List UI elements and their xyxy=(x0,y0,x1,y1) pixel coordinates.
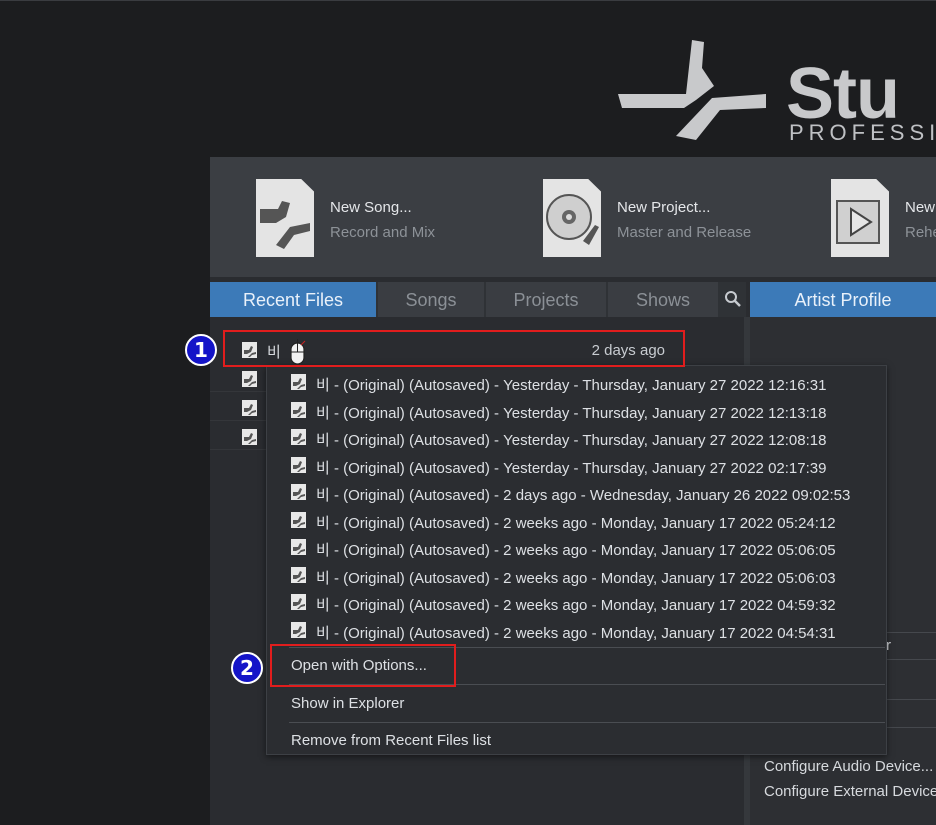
configure-external-device-link[interactable]: Configure External Device xyxy=(764,783,936,800)
window-top-edge xyxy=(0,0,936,1)
new-show-action[interactable]: New Rehe xyxy=(831,179,936,257)
new-show-title: New xyxy=(905,199,936,216)
version-label: 비 - (Original) (Autosaved) - 2 days ago … xyxy=(316,487,851,504)
new-song-subtitle: Record and Mix xyxy=(330,224,436,241)
new-song-action[interactable]: New Song... Record and Mix xyxy=(256,179,506,257)
song-file-icon xyxy=(291,374,306,390)
version-label: 비 - (Original) (Autosaved) - Yesterday -… xyxy=(316,460,827,477)
version-menu-item[interactable]: 비 - (Original) (Autosaved) - 2 weeks ago… xyxy=(291,507,881,534)
logo-mark-icon xyxy=(618,40,766,140)
song-file-icon xyxy=(242,371,257,387)
song-file-icon xyxy=(291,567,306,583)
tab-artist-profile[interactable]: Artist Profile xyxy=(750,282,936,317)
version-menu-item[interactable]: 비 - (Original) (Autosaved) - 2 weeks ago… xyxy=(291,562,881,589)
step-2-badge: 2 xyxy=(231,652,263,684)
search-icon[interactable] xyxy=(719,282,746,317)
highlight-open-with-options xyxy=(270,644,456,687)
new-project-title: New Project... xyxy=(617,199,711,216)
version-label: 비 - (Original) (Autosaved) - 2 weeks ago… xyxy=(316,570,836,587)
remove-from-recent-item[interactable]: Remove from Recent Files list xyxy=(291,732,491,749)
recent-file-context-menu: 비 - (Original) (Autosaved) - Yesterday -… xyxy=(266,365,887,755)
song-file-icon xyxy=(291,512,306,528)
new-project-action[interactable]: New Project... Master and Release xyxy=(543,179,793,257)
show-in-explorer-item[interactable]: Show in Explorer xyxy=(291,695,404,712)
show-play-icon xyxy=(831,179,889,257)
version-menu-item[interactable]: 비 - (Original) (Autosaved) - 2 weeks ago… xyxy=(291,617,881,644)
version-menu-item[interactable]: 비 - (Original) (Autosaved) - 2 days ago … xyxy=(291,479,881,506)
quick-actions-bar: New Song... Record and Mix New Project..… xyxy=(210,157,936,277)
menu-separator xyxy=(289,722,885,723)
version-menu-item[interactable]: 비 - (Original) (Autosaved) - Yesterday -… xyxy=(291,424,881,451)
song-file-icon xyxy=(291,594,306,610)
version-label: 비 - (Original) (Autosaved) - Yesterday -… xyxy=(316,377,827,394)
new-show-subtitle: Rehe xyxy=(905,224,936,241)
tab-recent-files[interactable]: Recent Files xyxy=(210,282,376,317)
step-1-badge: 1 xyxy=(185,334,217,366)
project-disc-icon xyxy=(543,179,601,257)
version-menu-item[interactable]: 비 - (Original) (Autosaved) - Yesterday -… xyxy=(291,369,881,396)
song-file-icon xyxy=(291,539,306,555)
song-file-icon xyxy=(291,622,306,638)
tab-shows[interactable]: Shows xyxy=(608,282,718,317)
song-file-icon xyxy=(242,400,257,416)
song-file-icon xyxy=(291,402,306,418)
studio-one-logo: Stu PROFESSIO xyxy=(616,38,936,148)
tab-songs[interactable]: Songs xyxy=(378,282,484,317)
configure-audio-device-link[interactable]: Configure Audio Device... xyxy=(764,758,933,775)
new-song-title: New Song... xyxy=(330,199,412,216)
song-icon xyxy=(256,179,314,257)
file-browser-tabs: Recent Files Songs Projects Shows xyxy=(210,282,746,317)
highlight-recent-file xyxy=(223,330,685,367)
version-label: 비 - (Original) (Autosaved) - 2 weeks ago… xyxy=(316,515,836,532)
song-file-icon xyxy=(291,484,306,500)
version-menu-item[interactable]: 비 - (Original) (Autosaved) - 2 weeks ago… xyxy=(291,534,881,561)
version-label: 비 - (Original) (Autosaved) - 2 weeks ago… xyxy=(316,625,836,642)
version-menu-item[interactable]: 비 - (Original) (Autosaved) - Yesterday -… xyxy=(291,452,881,479)
song-file-icon xyxy=(242,429,257,445)
song-file-icon xyxy=(291,457,306,473)
version-label: 비 - (Original) (Autosaved) - Yesterday -… xyxy=(316,432,827,449)
logo-subtitle: PROFESSIO xyxy=(789,120,936,145)
tab-projects[interactable]: Projects xyxy=(486,282,606,317)
version-label: 비 - (Original) (Autosaved) - 2 weeks ago… xyxy=(316,542,836,559)
version-menu-item[interactable]: 비 - (Original) (Autosaved) - Yesterday -… xyxy=(291,397,881,424)
song-file-icon xyxy=(291,429,306,445)
version-label: 비 - (Original) (Autosaved) - Yesterday -… xyxy=(316,405,827,422)
version-label: 비 - (Original) (Autosaved) - 2 weeks ago… xyxy=(316,597,836,614)
version-menu-item[interactable]: 비 - (Original) (Autosaved) - 2 weeks ago… xyxy=(291,589,881,616)
new-project-subtitle: Master and Release xyxy=(617,224,752,241)
